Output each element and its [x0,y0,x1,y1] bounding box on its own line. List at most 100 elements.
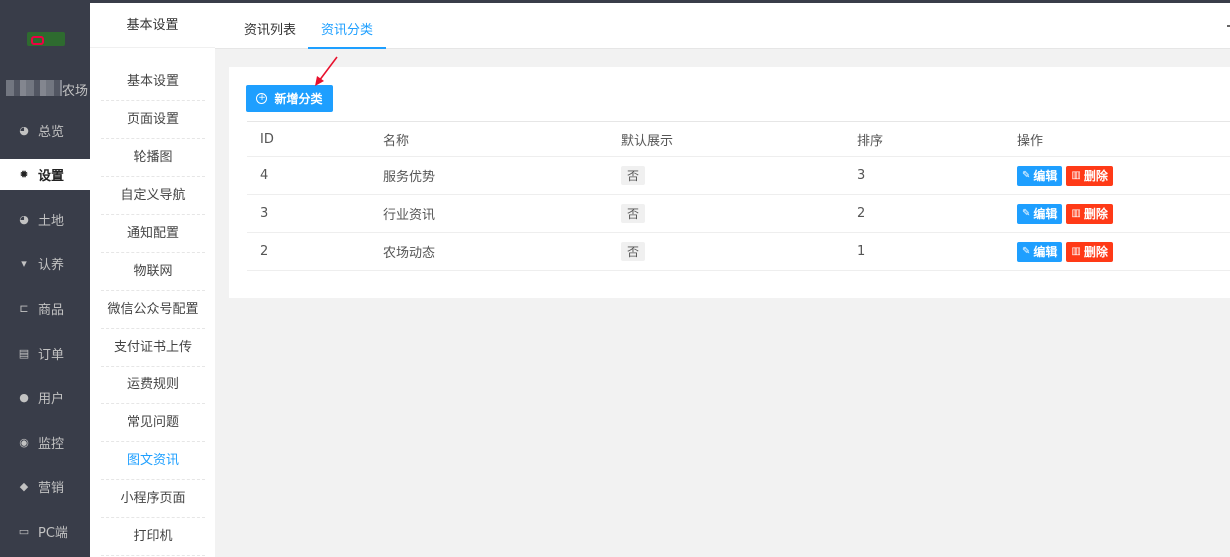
main-nav: 农场 ◕ 总览 ✹ 设置 ◕ 土地 ▾ 认养 ⊏ 商品 ▤ 订单 ● 用户 ◉ … [0,3,90,557]
add-category-label: 新增分类 [274,92,323,106]
sub-item-page[interactable]: 页面设置 [101,101,205,139]
nav-label: PC端 [38,526,68,541]
sub-item-wechat[interactable]: 微信公众号配置 [101,291,205,329]
nav-label: 营销 [38,481,65,496]
table-header: ID 名称 默认展示 排序 操作 [247,121,1230,157]
blurred-name [6,80,62,96]
sub-nav: 基本设置 基本设置 页面设置 轮播图 自定义导航 通知配置 物联网 微信公众号配… [90,3,215,557]
row-sort: 1 [857,244,866,259]
row-name: 农场动态 [383,246,436,261]
table-row: 2 农场动态 否 1 ✎ 编辑 ▥ 删除 [247,233,1230,271]
row-id: 2 [260,244,269,259]
nav-item-land[interactable]: ◕ 土地 [0,204,90,235]
sub-item-pay-cert[interactable]: 支付证书上传 [101,329,205,367]
nav-item-monitor[interactable]: ◉ 监控 [0,427,90,458]
header-actions: 操作 [1017,133,1044,149]
category-card: + 新增分类 ID 名称 默认展示 排序 操作 4 服务优势 否 3 ✎ 编辑 ▥… [229,67,1230,298]
edit-button[interactable]: ✎ 编辑 [1017,203,1063,224]
tab-article-category[interactable]: 资讯分类 [307,3,387,49]
tags-icon: ◆ [19,480,29,493]
farm-name: 农场 [0,77,90,99]
edit-label: 编辑 [1033,169,1058,183]
tab-article-list[interactable]: 资讯列表 [244,3,296,49]
trash-icon: ▥ [1071,170,1081,181]
row-default: 否 [621,233,646,270]
pencil-icon: ✎ [1022,246,1031,257]
sub-item-mini-pages[interactable]: 小程序页面 [101,480,205,518]
delete-button[interactable]: ▥ 删除 [1066,165,1113,186]
default-tag: 否 [621,204,646,223]
tab-bar: 资讯列表 资讯分类 [215,3,1230,49]
sub-item-iot[interactable]: 物联网 [101,253,205,291]
row-actions: ✎ 编辑 ▥ 删除 [1017,157,1113,194]
row-name: 服务优势 [383,170,436,185]
cart-icon: ⊏ [19,302,29,315]
header-sort: 排序 [857,133,884,149]
logo [27,32,65,46]
globe-icon: ◕ [19,213,29,226]
row-name: 行业资讯 [383,208,436,223]
row-default: 否 [621,157,646,194]
delete-label: 删除 [1083,207,1108,221]
sub-item-basic[interactable]: 基本设置 [101,63,205,101]
header-default: 默认展示 [621,133,674,149]
row-id: 3 [260,206,269,221]
edit-label: 编辑 [1033,207,1058,221]
farm-label: 农场 [62,84,89,99]
edit-button[interactable]: ✎ 编辑 [1017,165,1063,186]
category-table: ID 名称 默认展示 排序 操作 4 服务优势 否 3 ✎ 编辑 ▥ 删除 3 行业… [247,121,1230,271]
table-row: 4 服务优势 否 3 ✎ 编辑 ▥ 删除 [247,157,1230,195]
delete-button[interactable]: ▥ 删除 [1066,241,1113,262]
nav-item-users[interactable]: ● 用户 [0,382,90,413]
nav-item-marketing[interactable]: ◆ 营销 [0,471,90,502]
sub-nav-title: 基本设置 [90,3,215,48]
nav-label: 监控 [38,437,65,452]
header-name: 名称 [383,133,410,149]
sub-item-printer[interactable]: 打印机 [101,518,205,556]
delete-button[interactable]: ▥ 删除 [1066,203,1113,224]
trash-icon: ▥ [1071,246,1081,257]
nav-item-goods[interactable]: ⊏ 商品 [0,293,90,324]
pencil-icon: ✎ [1022,208,1031,219]
row-sort: 2 [857,206,866,221]
sub-item-faq[interactable]: 常见问题 [101,404,205,442]
sub-item-articles[interactable]: 图文资讯 [101,442,205,480]
nav-item-orders[interactable]: ▤ 订单 [0,338,90,369]
user-icon: ● [19,391,29,404]
sub-item-notify[interactable]: 通知配置 [101,215,205,253]
sub-item-custom-nav[interactable]: 自定义导航 [101,177,205,215]
row-actions: ✎ 编辑 ▥ 删除 [1017,233,1113,270]
sub-item-freight[interactable]: 运费规则 [101,366,205,404]
pencil-icon: ✎ [1022,170,1031,181]
nav-label: 总览 [38,125,65,140]
nav-item-adopt[interactable]: ▾ 认养 [0,248,90,279]
edit-button[interactable]: ✎ 编辑 [1017,241,1063,262]
monitor-dot-icon: ◉ [19,436,29,449]
header-id: ID [260,131,274,147]
dashboard-icon: ◕ [19,124,29,137]
list-icon: ▤ [18,347,30,360]
nav-label: 土地 [38,214,65,229]
nav-item-settings[interactable]: ✹ 设置 [0,159,90,190]
plus-circle-icon: + [256,93,268,104]
default-tag: 否 [621,242,646,261]
row-id: 4 [260,168,269,183]
bird-icon: ▾ [21,257,27,270]
nav-item-overview[interactable]: ◕ 总览 [0,115,90,146]
row-sort: 3 [857,168,866,183]
nav-label: 订单 [38,348,65,363]
desktop-icon: ▭ [18,525,30,538]
nav-label: 用户 [38,392,65,407]
row-default: 否 [621,195,646,232]
nav-item-pc[interactable]: ▭ PC端 [0,516,90,547]
sub-item-carousel[interactable]: 轮播图 [101,139,205,177]
trash-icon: ▥ [1071,208,1081,219]
row-actions: ✎ 编辑 ▥ 删除 [1017,195,1113,232]
add-category-button[interactable]: + 新增分类 [246,85,333,112]
delete-label: 删除 [1083,245,1108,259]
nav-label: 设置 [38,169,65,184]
annotation-arrow-icon [315,56,338,86]
nav-label: 认养 [38,258,65,273]
edit-label: 编辑 [1033,245,1058,259]
delete-label: 删除 [1083,169,1108,183]
